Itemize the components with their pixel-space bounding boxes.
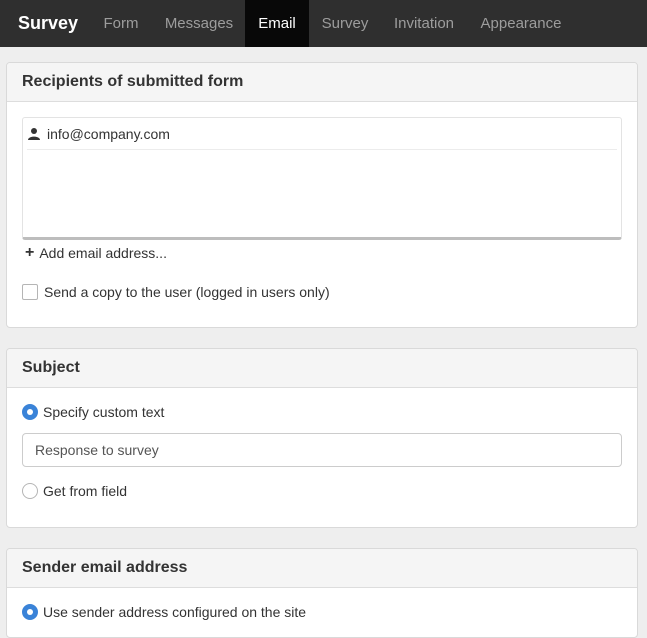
- sender-panel: Sender email address Use sender address …: [6, 548, 638, 638]
- recipient-list[interactable]: info@company.com: [22, 117, 622, 240]
- recipients-heading: Recipients of submitted form: [7, 63, 637, 102]
- tab-messages[interactable]: Messages: [153, 0, 245, 47]
- subject-field-label: Get from field: [43, 483, 128, 499]
- subject-custom-label: Specify custom text: [43, 404, 165, 420]
- sender-site-option[interactable]: Use sender address configured on the sit…: [22, 604, 306, 620]
- plus-icon: +: [25, 244, 35, 261]
- top-navbar: Survey Form Messages Email Survey Invita…: [0, 0, 647, 47]
- send-copy-label: Send a copy to the user (logged in users…: [44, 284, 330, 300]
- subject-custom-input[interactable]: [22, 433, 622, 467]
- sender-site-radio[interactable]: [22, 604, 38, 620]
- recipients-panel: Recipients of submitted form info@compan…: [6, 62, 638, 328]
- tab-survey[interactable]: Survey: [309, 0, 381, 47]
- add-email-label: Add email address...: [39, 245, 167, 261]
- recipient-email: info@company.com: [47, 125, 170, 142]
- recipient-item[interactable]: info@company.com: [27, 118, 617, 150]
- tab-invitation[interactable]: Invitation: [381, 0, 467, 47]
- brand-title[interactable]: Survey: [0, 0, 89, 47]
- send-copy-checkbox[interactable]: [22, 284, 38, 300]
- subject-panel: Subject Specify custom text Get from fie…: [6, 348, 638, 528]
- send-copy-option[interactable]: Send a copy to the user (logged in users…: [22, 284, 330, 300]
- subject-custom-radio[interactable]: [22, 404, 38, 420]
- user-icon: [27, 127, 41, 141]
- add-email-button[interactable]: + Add email address...: [25, 244, 167, 262]
- subject-heading: Subject: [7, 349, 637, 388]
- subject-field-radio[interactable]: [22, 483, 38, 499]
- subject-field-option[interactable]: Get from field: [22, 483, 127, 499]
- tab-form[interactable]: Form: [89, 0, 153, 47]
- sender-site-label: Use sender address configured on the sit…: [43, 604, 307, 620]
- tab-appearance[interactable]: Appearance: [467, 0, 575, 47]
- sender-heading: Sender email address: [7, 549, 637, 588]
- subject-custom-option[interactable]: Specify custom text: [22, 404, 164, 420]
- tab-email[interactable]: Email: [245, 0, 309, 47]
